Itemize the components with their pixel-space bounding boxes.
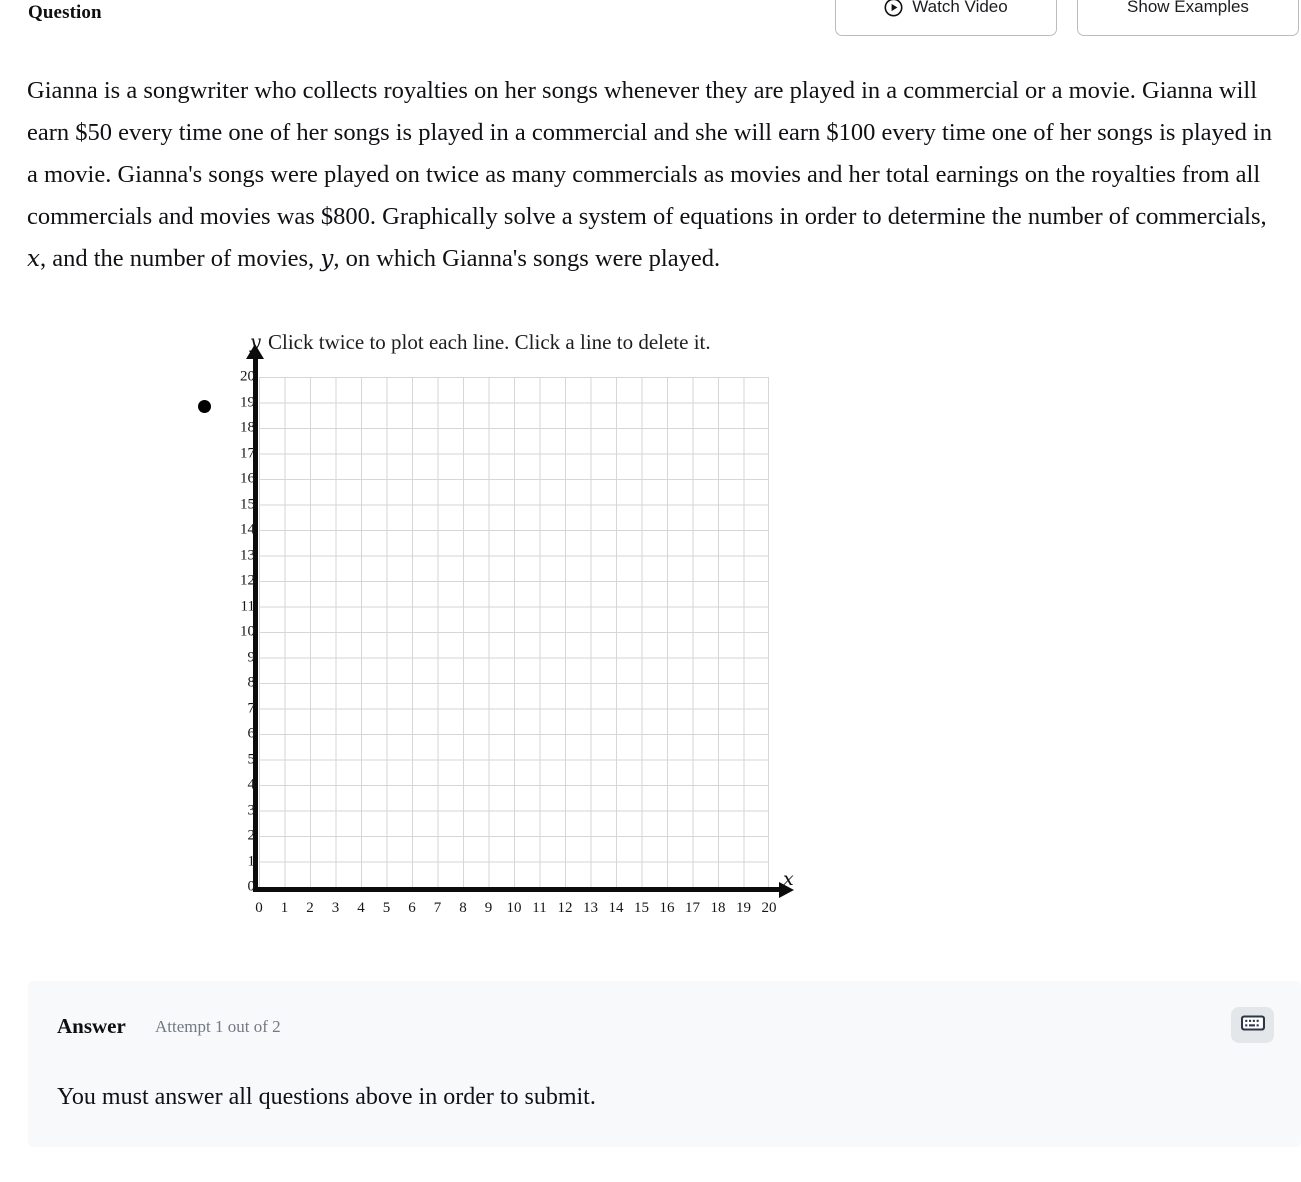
y-axis-arrow-icon [246, 344, 264, 359]
y-tick-label: 18 [240, 419, 255, 436]
graph-widget[interactable]: y Click twice to plot each line. Click a… [180, 325, 820, 925]
y-tick-label: 20 [240, 368, 255, 385]
question-page: Question Watch Video Show Examples Giann… [0, 0, 1301, 1182]
keyboard-icon [1240, 1014, 1265, 1037]
y-tick-label: 16 [240, 470, 255, 487]
bullet-marker-icon [198, 400, 211, 413]
y-tick-label: 5 [247, 751, 256, 767]
show-examples-button[interactable]: Show Examples [1077, 0, 1299, 36]
play-circle-icon [884, 0, 903, 17]
y-tick-label: 13 [240, 547, 255, 563]
y-tick-label: 10 [240, 623, 255, 640]
y-tick-label: 2 [247, 827, 256, 844]
graph-instructions: Click twice to plot each line. Click a l… [268, 330, 711, 354]
y-tick-label: 3 [247, 802, 256, 818]
y-tick-label: 1 [247, 853, 256, 869]
show-examples-label: Show Examples [1127, 0, 1249, 16]
question-text: Gianna is a songwriter who collects roya… [27, 70, 1282, 280]
y-tick-label: 14 [240, 521, 255, 538]
keyboard-button[interactable] [1231, 1007, 1274, 1043]
y-tick-label: 17 [240, 445, 255, 461]
y-tick-label: 19 [240, 394, 255, 410]
y-tick-label: 0 [247, 878, 256, 895]
grid-lines [259, 377, 769, 887]
x-axis-arrow-icon [779, 881, 794, 898]
watch-video-button[interactable]: Watch Video [835, 0, 1057, 36]
y-tick-label: 6 [247, 725, 256, 742]
y-tick-label: 8 [247, 674, 256, 691]
y-tick-label: 4 [247, 776, 256, 793]
answer-title: Answer [57, 1014, 126, 1038]
y-tick-label: 7 [247, 700, 256, 716]
x-axis [253, 887, 781, 892]
y-tick-label: 11 [240, 598, 255, 614]
attempt-counter: Attempt 1 out of 2 [155, 1017, 281, 1036]
y-tick-label: 12 [240, 572, 255, 589]
question-variable-y: y [320, 246, 334, 272]
y-tick-label: 15 [240, 496, 255, 512]
answer-panel: Answer Attempt 1 out of 2 You must answe… [28, 981, 1301, 1147]
x-tick-label: 20 [761, 900, 777, 916]
submit-warning-text: You must answer all questions above in o… [57, 1084, 596, 1110]
question-text-part1: Gianna is a songwriter who collects roya… [27, 77, 1273, 230]
question-variable-x: x [27, 246, 40, 272]
question-text-part3: , on which Gianna's songs were played. [333, 245, 721, 272]
coordinate-plane[interactable]: 0 1 2 3 4 5 6 7 8 9 10 11 12 13 14 15 16 17 18 19 20 0123456… [240, 344, 794, 916]
page-title: Question [28, 2, 102, 23]
question-text-part2: , and the number of movies, [39, 245, 321, 272]
y-tick-label: 9 [247, 649, 256, 665]
page-header: Question Watch Video Show Examples [0, 0, 1301, 40]
watch-video-label: Watch Video [912, 0, 1008, 16]
